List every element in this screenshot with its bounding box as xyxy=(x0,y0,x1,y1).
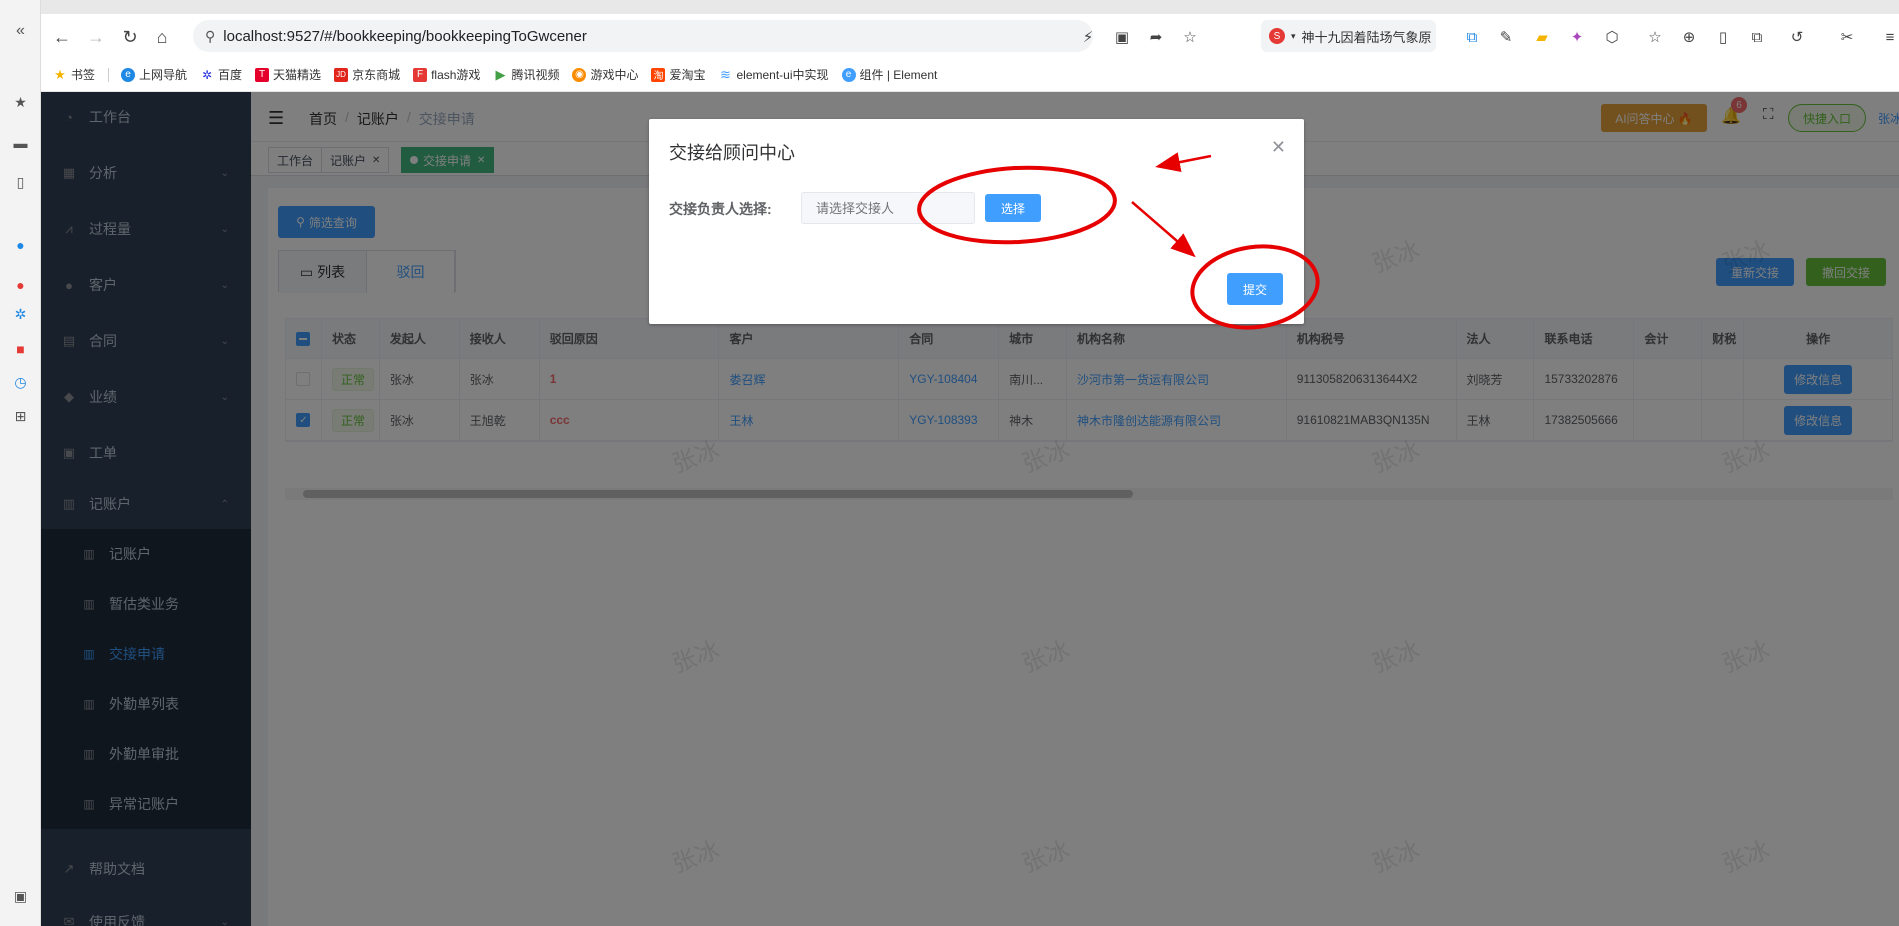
app-icon[interactable]: ● xyxy=(12,276,29,293)
translate-icon[interactable]: ⧉ xyxy=(1461,26,1483,48)
forward-icon[interactable]: → xyxy=(85,26,107,48)
close-icon[interactable]: ✕ xyxy=(1271,137,1286,158)
handover-person-label: 交接负责人选择: xyxy=(669,201,772,217)
window-icon[interactable]: ⧉ xyxy=(1746,26,1768,48)
element-icon: e xyxy=(841,67,856,82)
ai-spark-icon[interactable]: ✦ xyxy=(1566,26,1588,48)
bookmark-item[interactable]: ≋ element-ui中实现 xyxy=(718,66,828,83)
bookmark-star-icon[interactable]: ☆ xyxy=(1179,26,1201,48)
f-icon: F xyxy=(413,67,428,82)
bookmark-item[interactable]: ✲ 百度 xyxy=(200,66,242,83)
e-icon: e xyxy=(121,67,136,82)
bookmark-item[interactable]: ▶ 腾讯视频 xyxy=(493,66,559,83)
folder-icon[interactable]: ▬ xyxy=(12,134,29,151)
dialog-title: 交接给顾问中心 xyxy=(669,143,795,163)
browser-tab-strip xyxy=(41,0,1899,14)
add-icon[interactable]: ⊞ xyxy=(12,408,29,425)
gamepad-icon: ◉ xyxy=(572,67,587,82)
extensions-icon[interactable]: ⬡ xyxy=(1601,26,1623,48)
site-info-icon[interactable]: ⚲ xyxy=(205,28,215,45)
bookmark-item[interactable]: JD 京东商城 xyxy=(334,66,400,83)
submit-button[interactable]: 提交 xyxy=(1227,273,1283,305)
share-icon[interactable]: ➦ xyxy=(1145,26,1167,48)
url-text: localhost:9527/#/bookkeeping/bookkeeping… xyxy=(223,27,587,45)
search-engine-icon: S xyxy=(1269,28,1285,44)
search-app-icon[interactable]: ● xyxy=(12,236,29,253)
folder-icon[interactable]: ▰ xyxy=(1531,26,1553,48)
address-bar[interactable]: ⚲ localhost:9527/#/bookkeeping/bookkeepi… xyxy=(193,20,1093,52)
lightning-icon[interactable]: ⚡ xyxy=(1077,26,1099,48)
chevron-down-icon[interactable]: ▾ xyxy=(1291,31,1296,42)
reader-icon[interactable]: ▣ xyxy=(1111,26,1133,48)
video-app-icon[interactable]: ■ xyxy=(12,340,29,357)
search-suggestion-text: 神十九因着陆场气象原 xyxy=(1301,29,1432,45)
jd-icon: JD xyxy=(334,67,349,82)
bookmark-item[interactable]: ★ 书签 xyxy=(53,66,95,83)
paw-icon[interactable]: ✲ xyxy=(12,306,29,323)
bookmark-item[interactable]: T 天猫精选 xyxy=(255,66,321,83)
star-icon[interactable]: ★ xyxy=(12,94,29,111)
phone-icon[interactable]: ▯ xyxy=(12,174,29,191)
browser-side-panel: « ★ ▬ ▯ ● ● ✲ ■ ◷ ⊞ ▣ xyxy=(0,0,41,926)
browser-toolbar: ← → ↻ ⌂ ⚲ localhost:9527/#/bookkeeping/b… xyxy=(41,14,1899,58)
handover-dialog: 交接给顾问中心 ✕ 交接负责人选择: 选择 提交 xyxy=(649,119,1304,324)
scissors-icon[interactable]: ✂ xyxy=(1836,26,1858,48)
back-icon[interactable]: ← xyxy=(51,26,73,48)
handover-person-input[interactable] xyxy=(801,192,975,224)
bookmark-divider xyxy=(108,67,110,82)
star-icon: ★ xyxy=(54,66,66,82)
bookmark-item[interactable]: e 上网导航 xyxy=(121,66,187,83)
menu-icon[interactable]: ≡ xyxy=(1879,26,1899,48)
t-icon: T xyxy=(255,67,270,82)
settings-icon[interactable]: ▣ xyxy=(12,888,29,905)
bookmark-item[interactable]: e 组件 | Element xyxy=(841,66,937,83)
search-suggestion-box[interactable]: S ▾ 神十九因着陆场气象原 xyxy=(1261,20,1436,52)
select-person-button[interactable]: 选择 xyxy=(985,194,1041,222)
download-icon[interactable]: ⊕ xyxy=(1678,26,1700,48)
pen-icon[interactable]: ✎ xyxy=(1495,26,1517,48)
bookmark-item[interactable]: 淘爱淘宝 xyxy=(651,66,705,83)
taobao-icon: 淘 xyxy=(651,67,666,82)
play-icon: ▶ xyxy=(495,66,506,82)
favorites-icon[interactable]: ☆ xyxy=(1644,26,1666,48)
bookmark-item[interactable]: Fflash游戏 xyxy=(413,66,480,83)
layers-icon: ≋ xyxy=(720,66,731,82)
reload-icon[interactable]: ↻ xyxy=(119,26,141,48)
collapse-icon[interactable]: « xyxy=(12,22,29,39)
paw-icon: ✲ xyxy=(202,67,213,82)
bookmarks-bar: ★ 书签 e 上网导航 ✲ 百度 T 天猫精选 JD 京东商城 Fflash游戏 ▶ 腾讯视… xyxy=(41,58,1899,92)
bookmark-item[interactable]: ◉ 游戏中心 xyxy=(572,66,638,83)
clock-icon[interactable]: ◷ xyxy=(12,374,29,391)
home-icon[interactable]: ⌂ xyxy=(151,26,173,48)
history-icon[interactable]: ↺ xyxy=(1786,26,1808,48)
mobile-icon[interactable]: ▯ xyxy=(1712,26,1734,48)
